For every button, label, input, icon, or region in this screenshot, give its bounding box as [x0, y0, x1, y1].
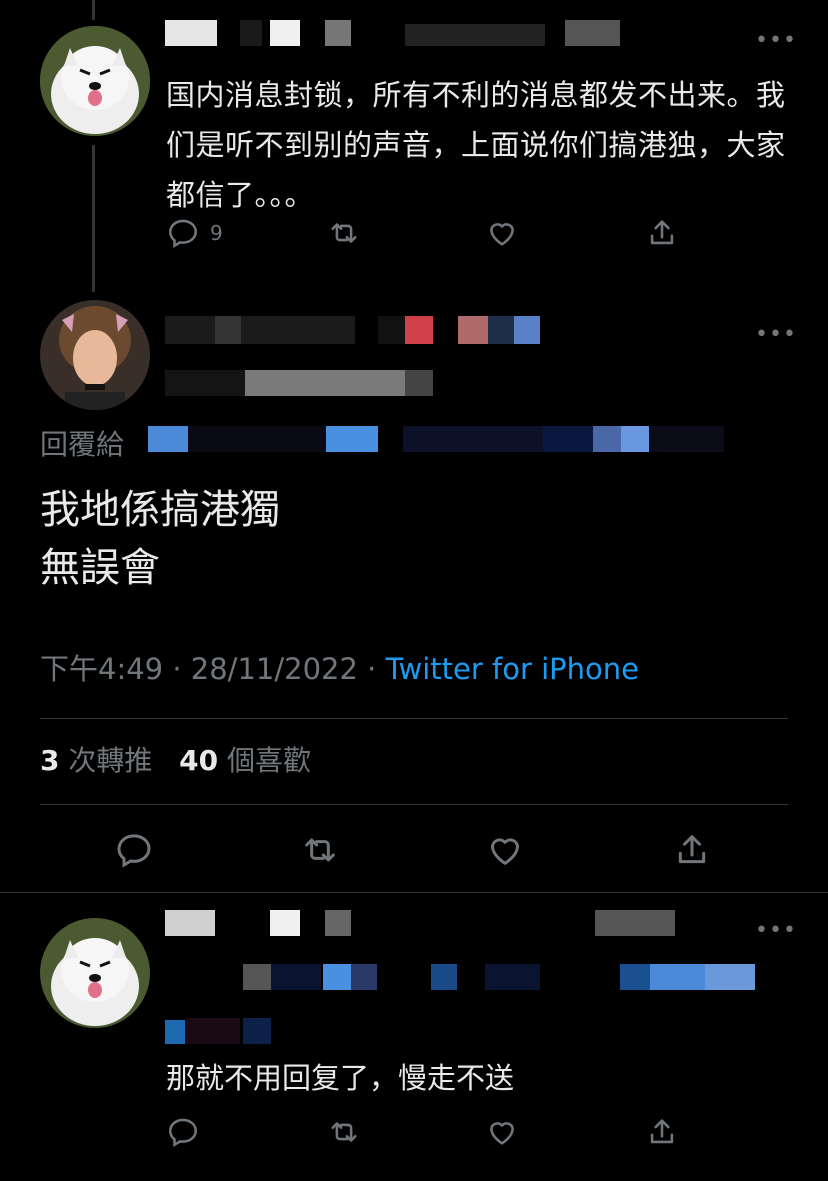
- reply-to-prefix: 回覆給: [40, 428, 125, 461]
- divider: [40, 804, 788, 805]
- samoyed-avatar-image: [40, 26, 150, 136]
- share-button[interactable]: [645, 1115, 679, 1149]
- retweet-label[interactable]: 次轉推: [68, 744, 152, 777]
- like-label[interactable]: 個喜歡: [227, 744, 311, 777]
- woman-avatar-image: [40, 300, 150, 410]
- username-censored: [165, 370, 435, 398]
- reply-icon: [168, 219, 198, 249]
- reply-button[interactable]: [166, 1115, 200, 1149]
- reply-to-handle-censored[interactable]: [148, 426, 728, 454]
- more-icon[interactable]: •••: [755, 920, 797, 942]
- tweet-time: 下午4:49: [40, 652, 164, 686]
- share-icon: [678, 835, 706, 864]
- display-name-censored: [165, 316, 545, 346]
- avatar[interactable]: [40, 918, 150, 1028]
- reply-button[interactable]: [114, 830, 154, 870]
- thread-line-top: [92, 0, 95, 20]
- retweet-icon: [331, 223, 357, 243]
- tweet-text: 那就不用回复了，慢走不送: [166, 1061, 515, 1095]
- like-icon: [491, 838, 519, 865]
- retweet-button[interactable]: [298, 830, 342, 870]
- like-icon: [490, 1122, 514, 1145]
- retweet-count[interactable]: 3: [40, 744, 59, 777]
- reply-button[interactable]: 9: [166, 216, 223, 250]
- share-button[interactable]: [645, 216, 679, 250]
- avatar[interactable]: [40, 300, 150, 410]
- avatar[interactable]: [40, 26, 150, 136]
- reply-icon: [168, 1118, 198, 1148]
- reply-to-handle-censored-2[interactable]: [165, 1018, 275, 1046]
- display-name-censored: [165, 910, 685, 938]
- like-button[interactable]: [485, 1115, 519, 1149]
- display-name-censored: [165, 20, 625, 50]
- retweet-icon: [331, 1122, 357, 1142]
- retweet-button[interactable]: [326, 1115, 362, 1149]
- reply-icon: [117, 834, 151, 868]
- divider: [40, 718, 788, 719]
- thread-line: [92, 145, 95, 292]
- tweet-source-link[interactable]: Twitter for iPhone: [386, 652, 639, 686]
- like-count[interactable]: 40: [179, 744, 218, 777]
- share-button[interactable]: [672, 830, 712, 870]
- meta-separator: ·: [367, 652, 377, 686]
- like-button[interactable]: [485, 830, 525, 870]
- share-icon: [650, 220, 674, 245]
- reply-to-handle-censored[interactable]: [165, 964, 760, 992]
- main-tweet-line1: 我地係搞港獨: [40, 487, 280, 533]
- tweet-meta: 下午4:49 · 28/11/2022 · Twitter for iPhone: [40, 650, 639, 688]
- like-button[interactable]: [485, 216, 519, 250]
- tweet-date: 28/11/2022: [190, 652, 358, 686]
- main-tweet-line2: 無誤會: [40, 545, 160, 591]
- more-icon[interactable]: •••: [755, 324, 797, 346]
- more-icon[interactable]: •••: [755, 30, 797, 52]
- samoyed-avatar-image: [40, 918, 150, 1028]
- meta-separator: ·: [172, 652, 182, 686]
- reply-count: 9: [210, 221, 223, 245]
- share-icon: [650, 1119, 674, 1144]
- like-icon: [490, 223, 514, 246]
- engagement-stats: 3 次轉推 40 個喜歡: [40, 742, 311, 780]
- divider: [0, 892, 828, 893]
- tweet-text: 国内消息封锁，所有不利的消息都发不出来。我们是听不到别的声音，上面说你们搞港独，…: [166, 78, 786, 212]
- retweet-icon: [305, 838, 335, 862]
- retweet-button[interactable]: [326, 216, 362, 250]
